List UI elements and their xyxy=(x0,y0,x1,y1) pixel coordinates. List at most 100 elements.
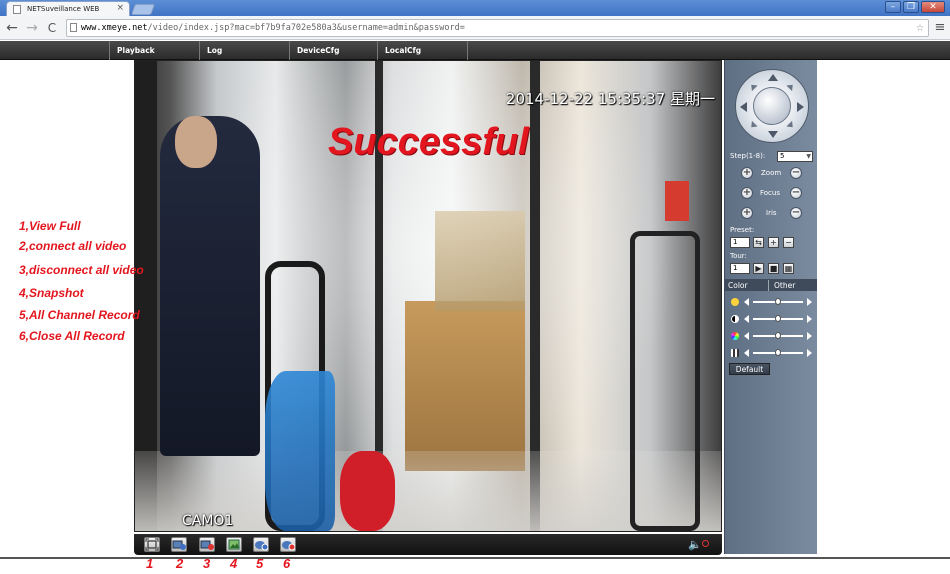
browser-navbar: ← → C www.xmeye.net/video/index.jsp?mac=… xyxy=(0,16,950,40)
ptz-up-arrow-icon[interactable] xyxy=(768,74,778,81)
slider-right-arrow-icon[interactable] xyxy=(807,298,812,306)
ptz-down-right-arrow-icon[interactable] xyxy=(786,120,796,131)
browser-menu-icon[interactable]: ≡ xyxy=(932,19,948,37)
ptz-down-left-arrow-icon[interactable] xyxy=(748,120,758,131)
forward-button[interactable]: → xyxy=(24,19,40,37)
tab-other[interactable]: Other xyxy=(771,280,817,291)
slider-right-arrow-icon[interactable] xyxy=(807,349,812,357)
ptz-control-panel: Step(1-8): 5 ▼ + Zoom − + Focus − + Iris… xyxy=(724,60,817,554)
browser-titlebar: NETSuveillance WEB × – ❐ ✕ xyxy=(0,0,950,16)
iris-open-button[interactable]: + xyxy=(741,207,753,219)
zoom-in-button[interactable]: + xyxy=(741,167,753,179)
scene-chair-right xyxy=(630,231,700,531)
scene-bag-red xyxy=(340,451,395,531)
slider-knob[interactable] xyxy=(775,332,781,339)
hue-slider[interactable] xyxy=(731,347,815,359)
tour-stop-button[interactable]: ■ xyxy=(768,263,779,274)
back-button[interactable]: ← xyxy=(4,19,20,37)
tab-close-icon[interactable]: × xyxy=(116,3,124,13)
stop-record-button[interactable] xyxy=(280,537,296,552)
page-icon xyxy=(70,23,77,32)
iris-label: Iris xyxy=(766,209,777,217)
annotation-snapshot: 4,Snapshot xyxy=(19,286,84,300)
tour-input[interactable]: 1 xyxy=(730,263,750,274)
page-bottom-divider xyxy=(0,557,950,559)
step-label: Step(1-8): xyxy=(730,152,766,160)
menu-localcfg[interactable]: LocalCfg xyxy=(377,41,467,60)
preset-label: Preset: xyxy=(730,226,755,234)
restore-button[interactable]: ❐ xyxy=(903,1,919,13)
scene-bag-blue xyxy=(265,371,335,531)
video-toolbar: 🔈 xyxy=(134,534,722,555)
tab-title: NETSuveillance WEB xyxy=(27,5,100,13)
bookmark-star-icon[interactable]: ☆ xyxy=(916,20,924,35)
video-feed[interactable]: 2014-12-22 15:35:37 星期一 Successful CAMO1 xyxy=(134,60,722,532)
record-all-icon xyxy=(255,541,268,551)
menu-log[interactable]: Log xyxy=(199,41,289,60)
page-favicon-icon xyxy=(13,5,21,14)
contrast-icon xyxy=(731,315,739,323)
scene-boxes xyxy=(405,301,525,471)
fullscreen-icon xyxy=(145,538,159,551)
url-host: www.xmeye.net xyxy=(81,23,148,33)
speaker-icon[interactable]: 🔈 xyxy=(688,538,702,551)
minimize-button[interactable]: – xyxy=(885,1,901,13)
scene-person xyxy=(160,116,260,456)
slider-right-arrow-icon[interactable] xyxy=(807,315,812,323)
step-value: 5 xyxy=(780,152,785,160)
ptz-center-button[interactable] xyxy=(753,87,791,125)
address-bar[interactable]: www.xmeye.net/video/index.jsp?mac=bf7b9f… xyxy=(66,19,929,37)
preset-add-button[interactable]: + xyxy=(768,237,779,248)
fullscreen-button[interactable] xyxy=(144,537,160,552)
ptz-direction-pad[interactable] xyxy=(735,69,809,143)
focus-near-button[interactable]: + xyxy=(741,187,753,199)
saturation-slider[interactable] xyxy=(731,330,815,342)
iris-close-button[interactable]: − xyxy=(790,207,802,219)
menu-devicecfg[interactable]: DeviceCfg xyxy=(289,41,377,60)
tour-play-button[interactable]: ▶ xyxy=(753,263,764,274)
annotation-connect-all: 2,connect all video xyxy=(19,239,127,253)
snapshot-button[interactable] xyxy=(226,537,242,552)
ptz-down-arrow-icon[interactable] xyxy=(768,131,778,138)
tab-color[interactable]: Color xyxy=(725,280,769,291)
slider-left-arrow-icon[interactable] xyxy=(744,349,749,357)
ptz-left-arrow-icon[interactable] xyxy=(740,102,747,112)
default-button[interactable]: Default xyxy=(729,363,770,375)
window-close-button[interactable]: ✕ xyxy=(921,1,945,13)
reload-button[interactable]: C xyxy=(44,19,60,37)
mute-icon[interactable] xyxy=(702,540,709,547)
focus-far-button[interactable]: − xyxy=(790,187,802,199)
tour-grid-button[interactable]: ▦ xyxy=(783,263,794,274)
connect-all-button[interactable] xyxy=(171,537,187,552)
preset-remove-button[interactable]: − xyxy=(783,237,794,248)
ptz-up-right-arrow-icon[interactable] xyxy=(786,81,796,92)
annotation-view-full: 1,View Full xyxy=(19,219,81,233)
scene-shelf xyxy=(435,211,525,311)
ptz-right-arrow-icon[interactable] xyxy=(797,102,804,112)
slider-left-arrow-icon[interactable] xyxy=(744,315,749,323)
app-menubar: Playback Log DeviceCfg LocalCfg xyxy=(0,41,950,60)
slider-knob[interactable] xyxy=(775,349,781,356)
record-all-button[interactable] xyxy=(253,537,269,552)
preset-goto-button[interactable]: ⇆ xyxy=(753,237,764,248)
disconnect-all-icon xyxy=(200,540,214,550)
brightness-slider[interactable] xyxy=(731,296,815,308)
ptz-up-left-arrow-icon[interactable] xyxy=(748,81,758,92)
slider-knob[interactable] xyxy=(775,298,781,305)
browser-tab[interactable]: NETSuveillance WEB × xyxy=(6,1,130,16)
step-select[interactable]: 5 ▼ xyxy=(777,151,813,162)
zoom-out-button[interactable]: − xyxy=(790,167,802,179)
new-tab-button[interactable] xyxy=(130,4,156,15)
slider-knob[interactable] xyxy=(775,315,781,322)
slider-left-arrow-icon[interactable] xyxy=(744,332,749,340)
contrast-slider[interactable] xyxy=(731,313,815,325)
slider-left-arrow-icon[interactable] xyxy=(744,298,749,306)
url-path: /video/index.jsp?mac=bf7b9fa702e580a3&us… xyxy=(147,23,465,33)
slider-right-arrow-icon[interactable] xyxy=(807,332,812,340)
menu-playback[interactable]: Playback xyxy=(109,41,199,60)
chevron-down-icon: ▼ xyxy=(806,153,811,160)
focus-label: Focus xyxy=(760,189,780,197)
preset-input[interactable]: 1 xyxy=(730,237,750,248)
disconnect-all-button[interactable] xyxy=(199,537,215,552)
scene-person-head xyxy=(175,116,217,168)
